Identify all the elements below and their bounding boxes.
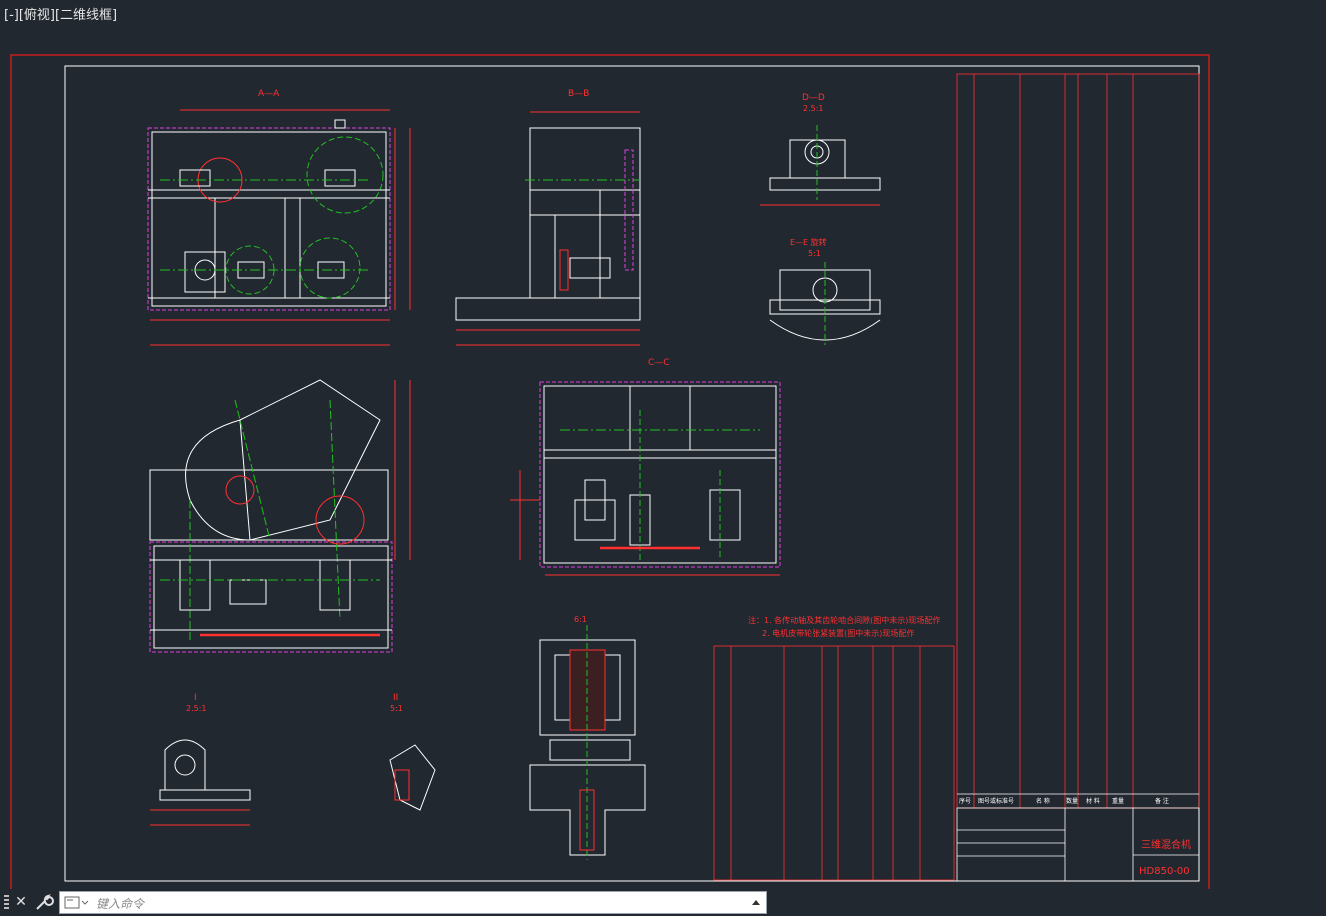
command-bar: ✕ xyxy=(0,889,1326,916)
view-section-scale: 6:1 xyxy=(574,615,587,624)
detail-i-label: I xyxy=(194,693,197,703)
bom-table-lower xyxy=(713,645,955,881)
bom-table-right xyxy=(956,73,1200,809)
command-line-box[interactable] xyxy=(59,891,767,914)
view-ee-scale: 5:1 xyxy=(808,249,821,258)
chevron-up-icon[interactable] xyxy=(752,900,760,905)
bom-header-code: 图号或标准号 xyxy=(978,797,1014,805)
detail-ii-label: II xyxy=(393,693,398,703)
close-icon[interactable]: ✕ xyxy=(13,892,29,912)
bom-header-weight: 重量 xyxy=(1112,797,1124,805)
view-cc: C—C xyxy=(510,358,781,576)
view-bb: B—B xyxy=(455,89,641,346)
view-cc-label: C—C xyxy=(648,358,670,368)
bom-header-row: 序号 图号或标准号 名 称 数量 材 料 重量 备 注 xyxy=(959,797,1169,805)
bom-header-qty: 数量 xyxy=(1066,797,1078,805)
cad-drawing-canvas[interactable]: A—A B—B D—D 2.5:1 E—E 旋转 5:1 C—C 6:1 I 2… xyxy=(0,0,1326,889)
bom-header-name: 名 称 xyxy=(1036,797,1050,805)
detail-ii-scale: 5:1 xyxy=(390,704,403,713)
technical-note-1: 注：1. 各传动轴及其齿轮啮合间隙(图中未示)现场配作 xyxy=(748,615,940,625)
detail-i-scale: 2.5:1 xyxy=(186,704,207,713)
view-ee: E—E 旋转 5:1 xyxy=(769,237,881,345)
detail-views: I 2.5:1 II 5:1 xyxy=(150,693,436,826)
bom-header-remark: 备 注 xyxy=(1155,797,1169,805)
view-section-coupling: 6:1 xyxy=(529,615,646,860)
technical-note-2: 2. 电机皮带轮张紧装置(图中未示)现场配作 xyxy=(762,628,914,638)
bom-header-material: 材 料 xyxy=(1086,797,1100,805)
inner-drawing-border xyxy=(64,65,1200,882)
view-mixer-front xyxy=(149,379,411,653)
wrench-icon[interactable] xyxy=(34,892,54,912)
view-aa-label: A—A xyxy=(258,89,280,99)
view-bb-label: B—B xyxy=(568,89,589,99)
title-block-drawing-number: HD850-00 xyxy=(1139,866,1190,877)
command-bar-grip[interactable] xyxy=(4,895,9,911)
view-dd-scale: 2.5:1 xyxy=(803,104,824,113)
view-dd: D—D 2.5:1 xyxy=(760,93,881,206)
command-prompt-icon[interactable] xyxy=(64,896,90,910)
bom-header-seq: 序号 xyxy=(959,797,971,805)
view-ee-label: E—E 旋转 xyxy=(790,237,827,247)
title-block-title: 三维混合机 xyxy=(1141,838,1191,851)
view-aa: A—A xyxy=(147,89,411,346)
view-dd-label: D—D xyxy=(802,93,825,103)
command-input[interactable] xyxy=(94,893,738,914)
